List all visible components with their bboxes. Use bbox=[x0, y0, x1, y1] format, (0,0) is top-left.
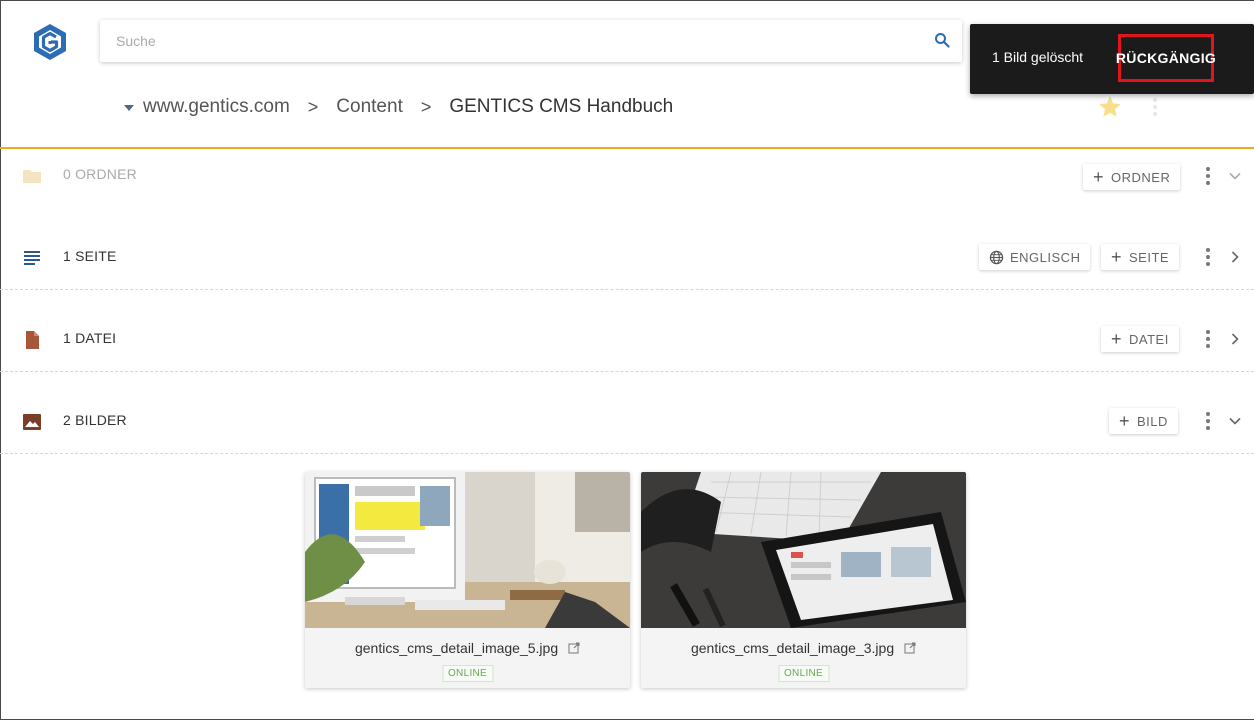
image-filename[interactable]: gentics_cms_detail_image_3.jpg bbox=[641, 640, 966, 656]
add-image-label: BILD bbox=[1137, 413, 1168, 429]
chevron-right-icon[interactable] bbox=[1228, 332, 1242, 346]
breadcrumb-item-folder[interactable]: Content bbox=[336, 96, 403, 118]
plus-icon: + bbox=[1119, 411, 1131, 431]
image-thumbnail[interactable] bbox=[305, 472, 630, 628]
node-dropdown-caret-icon[interactable] bbox=[124, 105, 134, 111]
breadcrumb-item-current[interactable]: GENTICS CMS Handbuch bbox=[449, 96, 673, 118]
breadcrumb: www.gentics.com > Content > GENTICS CMS … bbox=[124, 95, 673, 119]
more-vert-icon[interactable] bbox=[1205, 410, 1211, 432]
star-icon[interactable] bbox=[1097, 94, 1123, 120]
language-button[interactable]: ENGLISCH bbox=[979, 244, 1091, 270]
pages-section: 1 SEITE ENGLISCH + SEITE bbox=[0, 238, 1254, 290]
snackbar-toast: 1 Bild gelöscht RÜCKGÄNGIG bbox=[970, 24, 1254, 94]
page-lines-icon bbox=[24, 251, 40, 265]
image-filename[interactable]: gentics_cms_detail_image_5.jpg bbox=[305, 640, 630, 656]
image-filename-text[interactable]: gentics_cms_detail_image_5.jpg bbox=[355, 640, 558, 656]
section-divider bbox=[0, 453, 1254, 454]
files-section: 1 DATEI + DATEI bbox=[0, 290, 1254, 372]
add-folder-label: ORDNER bbox=[1111, 169, 1171, 185]
image-card[interactable]: gentics_cms_detail_image_5.jpg ONLINE bbox=[305, 472, 630, 688]
images-section: 2 BILDER + BILD bbox=[0, 372, 1254, 454]
file-icon bbox=[26, 331, 39, 349]
search-bar bbox=[100, 20, 962, 62]
folders-section-title[interactable]: 0 ORDNER bbox=[63, 166, 137, 182]
add-file-label: DATEI bbox=[1129, 331, 1169, 347]
add-folder-button[interactable]: + ORDNER bbox=[1083, 164, 1181, 190]
status-badge: ONLINE bbox=[777, 665, 830, 682]
folder-icon bbox=[23, 170, 41, 183]
image-thumbnail[interactable] bbox=[641, 472, 966, 628]
globe-icon bbox=[989, 250, 1004, 264]
more-vert-icon[interactable] bbox=[1152, 96, 1158, 118]
plus-icon: + bbox=[1111, 329, 1123, 349]
external-link-icon[interactable] bbox=[568, 642, 580, 654]
language-label: ENGLISCH bbox=[1010, 249, 1081, 265]
search-icon[interactable] bbox=[934, 32, 950, 48]
image-filename-text[interactable]: gentics_cms_detail_image_3.jpg bbox=[691, 640, 894, 656]
search-input[interactable] bbox=[116, 20, 916, 62]
chevron-down-icon[interactable] bbox=[1228, 414, 1242, 428]
add-file-button[interactable]: + DATEI bbox=[1101, 326, 1179, 352]
chevron-down-icon[interactable] bbox=[1228, 169, 1242, 183]
image-icon bbox=[23, 414, 41, 430]
add-page-button[interactable]: + SEITE bbox=[1101, 244, 1180, 270]
header-divider bbox=[0, 147, 1254, 149]
folders-section: 0 ORDNER + ORDNER bbox=[0, 156, 1254, 236]
images-section-title[interactable]: 2 BILDER bbox=[63, 412, 127, 428]
files-section-title[interactable]: 1 DATEI bbox=[63, 330, 116, 346]
gentics-logo-icon[interactable] bbox=[30, 22, 70, 62]
add-page-label: SEITE bbox=[1129, 249, 1170, 265]
breadcrumb-item-node[interactable]: www.gentics.com bbox=[143, 96, 290, 118]
plus-icon: + bbox=[1111, 247, 1123, 267]
chevron-right-icon[interactable] bbox=[1228, 250, 1242, 264]
add-image-button[interactable]: + BILD bbox=[1109, 408, 1178, 434]
more-vert-icon[interactable] bbox=[1205, 328, 1211, 350]
plus-icon: + bbox=[1093, 167, 1105, 187]
snackbar-message: 1 Bild gelöscht bbox=[992, 49, 1084, 65]
status-badge: ONLINE bbox=[441, 665, 494, 682]
breadcrumb-separator-icon: > bbox=[307, 96, 319, 117]
undo-button[interactable]: RÜCKGÄNGIG bbox=[1116, 34, 1216, 82]
external-link-icon[interactable] bbox=[904, 642, 916, 654]
more-vert-icon[interactable] bbox=[1205, 246, 1211, 268]
pages-section-title[interactable]: 1 SEITE bbox=[63, 248, 117, 264]
image-card[interactable]: gentics_cms_detail_image_3.jpg ONLINE bbox=[641, 472, 966, 688]
more-vert-icon[interactable] bbox=[1205, 165, 1211, 187]
breadcrumb-separator-icon: > bbox=[420, 96, 432, 117]
